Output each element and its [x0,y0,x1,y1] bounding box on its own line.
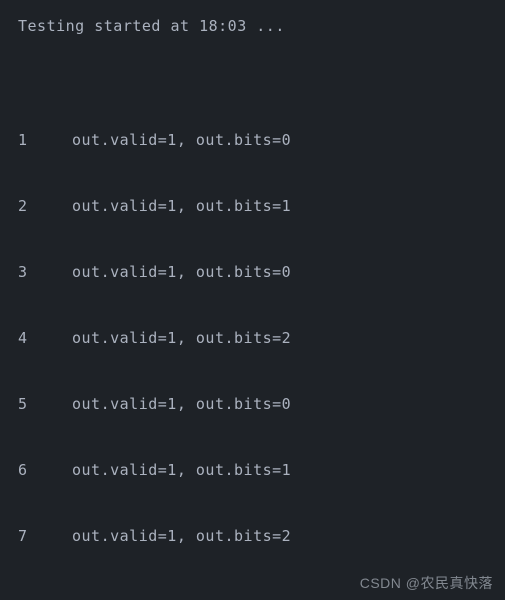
table-row: 7 out.valid=1, out.bits=2 [18,524,487,548]
test-header: Testing started at 18:03 ... [18,14,487,38]
line-number: 3 [18,260,72,284]
line-number: 6 [18,458,72,482]
line-number: 2 [18,194,72,218]
line-number: 7 [18,524,72,548]
output-content: out.valid=1, out.bits=2 [72,524,291,548]
table-row: 2 out.valid=1, out.bits=1 [18,194,487,218]
output-content: out.valid=1, out.bits=0 [72,392,291,416]
table-row: 3 out.valid=1, out.bits=0 [18,260,487,284]
line-number: 4 [18,326,72,350]
output-content: out.valid=1, out.bits=1 [72,458,291,482]
output-content: out.valid=1, out.bits=2 [72,326,291,350]
output-content: out.valid=1, out.bits=0 [72,128,291,152]
table-row: 1 out.valid=1, out.bits=0 [18,128,487,152]
line-number: 1 [18,128,72,152]
output-content: out.valid=1, out.bits=1 [72,194,291,218]
line-number: 5 [18,392,72,416]
table-row: 5 out.valid=1, out.bits=0 [18,392,487,416]
table-row: 4 out.valid=1, out.bits=2 [18,326,487,350]
watermark: CSDN @农民真快落 [360,572,493,594]
table-row: 6 out.valid=1, out.bits=1 [18,458,487,482]
output-content: out.valid=1, out.bits=0 [72,260,291,284]
